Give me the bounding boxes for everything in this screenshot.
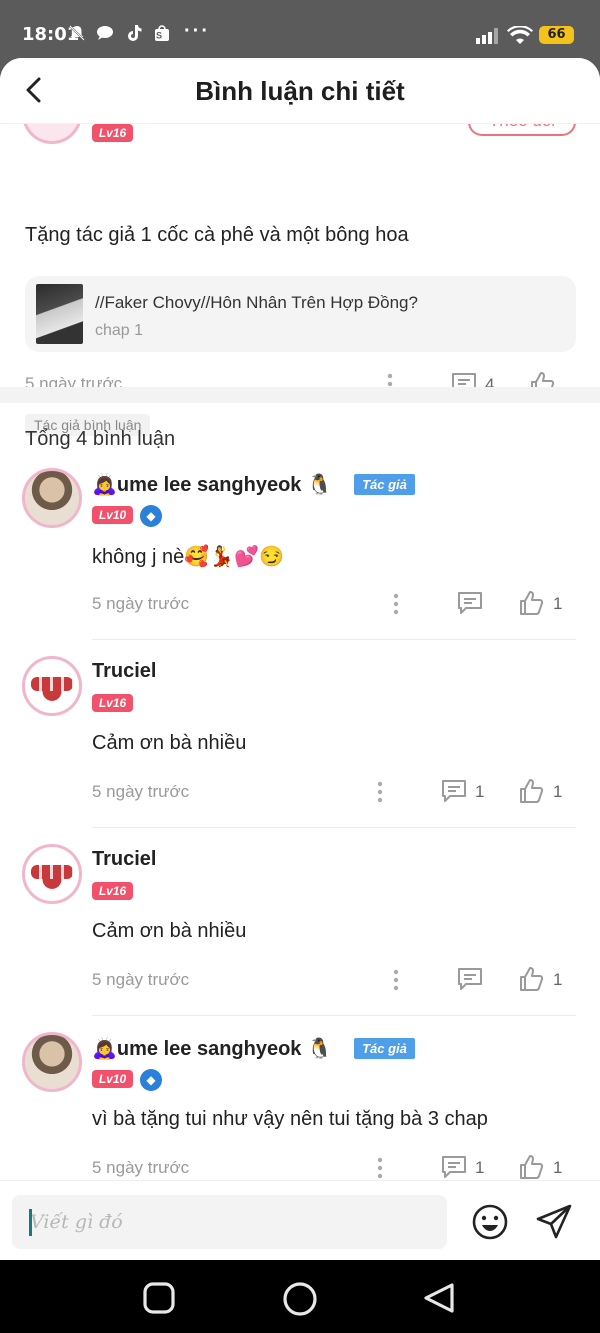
story-chapter: chap 1 xyxy=(95,322,144,339)
like-icon[interactable] xyxy=(518,966,544,992)
level-badge: Lv10 xyxy=(92,1070,133,1088)
reply-count: 1 xyxy=(475,1158,485,1177)
author-badge: Tác giả xyxy=(354,1038,415,1059)
diamond-icon: ◆ xyxy=(140,1069,162,1091)
comment-input-bar xyxy=(0,1180,600,1260)
comment-detail-sheet: Bình luận chi tiết Lv16 Theo dõi Tặng tá… xyxy=(0,58,600,1260)
comment-text: Cảm ơn bà nhiều xyxy=(92,732,247,754)
level-badge: Lv16 xyxy=(92,882,133,900)
send-button[interactable] xyxy=(534,1202,574,1242)
like-count: 1 xyxy=(553,1158,563,1177)
comment-item: 🙇‍♀️ume lee sanghyeok 🐧 Tác giả Lv10 ◆ k… xyxy=(0,468,600,656)
divider xyxy=(92,1015,576,1016)
more-options-icon[interactable] xyxy=(390,592,402,616)
username[interactable]: Truciel xyxy=(92,848,156,871)
notification-icons: S xyxy=(68,24,171,44)
like-icon[interactable] xyxy=(518,1154,544,1180)
avatar[interactable] xyxy=(22,1032,82,1092)
story-reference-card[interactable]: //Faker Chovy//Hôn Nhân Trên Hợp Đồng? c… xyxy=(25,276,576,352)
more-notifications-icon: ··· xyxy=(184,20,210,42)
username[interactable]: 🙇‍♀️ume lee sanghyeok 🐧 xyxy=(92,1036,332,1061)
author-badge: Tác giả xyxy=(354,474,415,495)
more-options-icon[interactable] xyxy=(374,780,386,804)
home-button[interactable] xyxy=(281,1280,319,1318)
comment-item: Truciel Lv16 Cảm ơn bà nhiều 5 ngày trướ… xyxy=(0,656,600,844)
comment-time: 5 ngày trước xyxy=(92,594,190,613)
system-nav-bar xyxy=(0,1260,600,1333)
more-options-icon[interactable] xyxy=(390,968,402,992)
back-nav-button[interactable] xyxy=(421,1280,457,1316)
reply-icon[interactable] xyxy=(441,779,467,803)
level-badge: Lv16 xyxy=(92,694,133,712)
signal-icon xyxy=(476,28,498,44)
emoji-button[interactable] xyxy=(471,1203,509,1241)
comment-time: 5 ngày trước xyxy=(92,970,190,989)
divider xyxy=(92,827,576,828)
comment-text: Cảm ơn bà nhiều xyxy=(92,920,247,942)
reply-icon[interactable] xyxy=(457,967,483,991)
level-badge: Lv10 xyxy=(92,506,133,524)
tiktok-icon xyxy=(127,25,142,41)
more-options-icon[interactable] xyxy=(374,1156,386,1180)
story-thumbnail xyxy=(36,284,83,344)
svg-text:S: S xyxy=(156,31,168,41)
battery-indicator: 66 xyxy=(539,26,574,44)
recent-apps-button[interactable] xyxy=(141,1280,177,1316)
level-badge: Lv16 xyxy=(92,124,133,142)
chat-icon xyxy=(97,26,114,40)
comment-text: Tặng tác giả 1 cốc cà phê và một bông ho… xyxy=(25,224,409,246)
like-icon[interactable] xyxy=(518,590,544,616)
reply-icon[interactable] xyxy=(457,591,483,615)
avatar[interactable] xyxy=(22,656,82,716)
story-title: //Faker Chovy//Hôn Nhân Trên Hợp Đồng? xyxy=(95,293,418,312)
wifi-icon xyxy=(507,26,533,44)
like-count: 1 xyxy=(553,594,563,613)
like-count: 1 xyxy=(553,782,563,801)
comment-text: vì bà tặng tui như vậy nên tui tặng bà 3… xyxy=(92,1108,488,1130)
reply-icon[interactable] xyxy=(441,1155,467,1179)
comment-time: 5 ngày trước xyxy=(92,1158,190,1177)
divider xyxy=(92,639,576,640)
page-title: Bình luận chi tiết xyxy=(195,76,405,106)
diamond-icon: ◆ xyxy=(140,505,162,527)
header: Bình luận chi tiết xyxy=(0,58,600,124)
shopee-icon: S xyxy=(155,25,170,41)
reply-count: 1 xyxy=(475,782,485,801)
mute-icon xyxy=(69,25,85,41)
section-divider xyxy=(0,387,600,403)
like-icon[interactable] xyxy=(518,778,544,804)
comment-time: 5 ngày trước xyxy=(92,782,190,801)
comment-input[interactable] xyxy=(12,1195,447,1249)
text-cursor xyxy=(29,1209,32,1236)
comment-text: không j nè🥰💃💕😏 xyxy=(92,546,284,568)
total-comments: Tổng 4 bình luận xyxy=(25,428,176,450)
avatar[interactable] xyxy=(22,468,82,528)
like-count: 1 xyxy=(553,970,563,989)
username[interactable]: Truciel xyxy=(92,660,156,683)
username[interactable]: 🙇‍♀️ume lee sanghyeok 🐧 xyxy=(92,472,332,497)
comment-item: Truciel Lv16 Cảm ơn bà nhiều 5 ngày trướ… xyxy=(0,844,600,1032)
avatar[interactable] xyxy=(22,844,82,904)
